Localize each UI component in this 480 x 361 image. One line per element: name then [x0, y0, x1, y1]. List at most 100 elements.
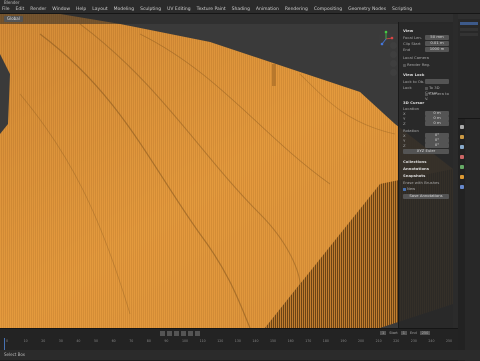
cursor-z-label: Z — [403, 121, 406, 126]
rot-z-field[interactable]: 0° — [425, 142, 449, 148]
menu-item-shading[interactable]: Shading — [232, 7, 250, 12]
snapshots-section-title[interactable]: Snapshots — [403, 173, 425, 178]
zoom-icon[interactable] — [390, 42, 397, 49]
timeline-tick-label: 140 — [252, 339, 259, 343]
modifier-tab-icon[interactable] — [459, 185, 464, 189]
timeline-tick-label: 230 — [410, 339, 417, 343]
timeline-tick-label: 80 — [146, 339, 151, 343]
pan-icon[interactable] — [390, 51, 397, 58]
menu-item-compositing[interactable]: Compositing — [314, 7, 342, 12]
menu-item-animation[interactable]: Animation — [256, 7, 279, 12]
current-frame-field[interactable]: 1 — [380, 331, 387, 335]
lock-row: Lock To 3D Cursor — [403, 85, 449, 95]
perspective-toggle-icon[interactable] — [390, 69, 397, 76]
local-camera-label: Local Camera — [403, 55, 429, 60]
timeline-tick-label: 220 — [393, 339, 400, 343]
timeline-tick-label: 70 — [129, 339, 134, 343]
start-field[interactable]: 1 — [400, 331, 408, 335]
render-region-label: Render Reg. — [407, 62, 431, 67]
timeline-tick-label: 20 — [41, 339, 46, 343]
object-tab-icon[interactable] — [459, 175, 464, 179]
collections-section-title[interactable]: Collections — [403, 159, 427, 164]
menu-item-uv-editing[interactable]: UV Editing — [167, 7, 190, 12]
output-tab-icon[interactable] — [459, 145, 464, 149]
new-label: New — [407, 186, 416, 191]
clip-start-field[interactable]: 0.01 m — [425, 40, 449, 46]
viewport-nav-controls — [390, 42, 398, 78]
local-camera-row: Local Camera — [403, 55, 449, 60]
lock-camera-label: Camera to V. — [425, 91, 449, 101]
timeline-editor[interactable]: 1 Start 1 End 250 0 10 20 30 40 50 60 70 80 90 100… — [0, 328, 458, 351]
jump-end-icon[interactable] — [195, 331, 200, 336]
properties-tab-column[interactable] — [458, 119, 465, 361]
scene-tab-icon[interactable] — [459, 155, 464, 159]
lock-label: Lock — [403, 85, 412, 90]
outliner-selected-row[interactable] — [460, 22, 478, 25]
timeline-tick-label: 180 — [322, 339, 329, 343]
lock-camera-row: Camera to V. — [403, 91, 449, 101]
new-checkbox[interactable] — [403, 187, 406, 191]
menu-item-rendering[interactable]: Rendering — [285, 7, 308, 12]
cursor-z-row: Z 0 m — [403, 120, 449, 126]
play-icon[interactable] — [181, 331, 186, 336]
save-annotations-row: Save Annotations — [403, 193, 449, 199]
jump-start-icon[interactable] — [160, 331, 165, 336]
timeline-tick-label: 60 — [111, 339, 116, 343]
annotations-section-title[interactable]: Annotations — [403, 166, 429, 171]
menu-item-texture-paint[interactable]: Texture Paint — [197, 7, 226, 12]
menu-item-help[interactable]: Help — [76, 7, 86, 12]
world-tab-icon[interactable] — [459, 165, 464, 169]
terrain-mesh — [0, 14, 453, 328]
cursor-section-title[interactable]: 3D Cursor — [403, 100, 424, 105]
transform-orientation-button[interactable]: Global — [4, 16, 23, 22]
camera-view-icon[interactable] — [390, 60, 397, 67]
menu-item-render[interactable]: Render — [30, 7, 46, 12]
render-region-row: Render Reg. — [403, 62, 449, 67]
outliner-row[interactable] — [460, 28, 478, 31]
play-reverse-icon[interactable] — [174, 331, 179, 336]
menu-item-scripting[interactable]: Scripting — [392, 7, 412, 12]
status-bar: Select Box — [0, 350, 480, 360]
properties-panel[interactable] — [458, 118, 480, 361]
render-region-checkbox[interactable] — [403, 63, 406, 67]
lock-object-field[interactable] — [425, 79, 449, 84]
menu-item-geometry-nodes[interactable]: Geometry Nodes — [348, 7, 386, 12]
rotation-mode-row: XYZ Euler — [403, 148, 449, 154]
erase-brushes-row: Erase with Brushes — [403, 180, 449, 185]
tool-tab-icon[interactable] — [459, 125, 464, 129]
next-keyframe-icon[interactable] — [188, 331, 193, 336]
menu-item-file[interactable]: File — [2, 7, 10, 12]
end-field[interactable]: 250 — [419, 331, 431, 335]
view-section-title[interactable]: View — [403, 28, 413, 33]
lock-object-label: Lock to Ob. — [403, 79, 425, 84]
outliner-row[interactable] — [460, 33, 478, 36]
render-tab-icon[interactable] — [459, 135, 464, 139]
timeline-tick-label: 110 — [199, 339, 206, 343]
clip-end-label: End — [403, 47, 411, 52]
timeline-tick-label: 100 — [182, 339, 189, 343]
focal-length-field[interactable]: 50 mm — [425, 34, 449, 40]
timeline-tick-label: 0 — [6, 339, 9, 343]
timeline-tick-label: 200 — [358, 339, 365, 343]
menu-item-window[interactable]: Window — [52, 7, 70, 12]
outliner-header — [458, 14, 480, 19]
menu-item-sculpting[interactable]: Sculpting — [140, 7, 161, 12]
prev-keyframe-icon[interactable] — [167, 331, 172, 336]
timeline-tick-label: 160 — [287, 339, 294, 343]
clip-end-row: End 1000 m — [403, 46, 449, 52]
view-lock-section-title[interactable]: View Lock — [403, 72, 424, 77]
menu-item-edit[interactable]: Edit — [16, 7, 25, 12]
3d-viewport[interactable] — [0, 14, 453, 328]
timeline-frame-ruler: 0 10 20 30 40 50 60 70 80 90 100 110 120 130 140 150 160… — [0, 339, 458, 347]
rotation-mode-select[interactable]: XYZ Euler — [403, 148, 449, 154]
outliner-panel[interactable] — [458, 14, 480, 118]
clip-end-field[interactable]: 1000 m — [425, 46, 449, 52]
menu-item-modeling[interactable]: Modeling — [114, 7, 134, 12]
frame-range: 1 Start 1 End 250 — [380, 331, 431, 335]
cursor-z-field[interactable]: 0 m — [425, 120, 449, 126]
playback-controls — [160, 331, 200, 336]
menu-item-layout[interactable]: Layout — [92, 7, 107, 12]
sidebar-n-panel: View Focal Len. 50 mm Clip Start 0.01 m … — [398, 22, 454, 328]
start-label: Start — [389, 331, 398, 335]
save-annotations-button[interactable]: Save Annotations — [403, 193, 449, 199]
